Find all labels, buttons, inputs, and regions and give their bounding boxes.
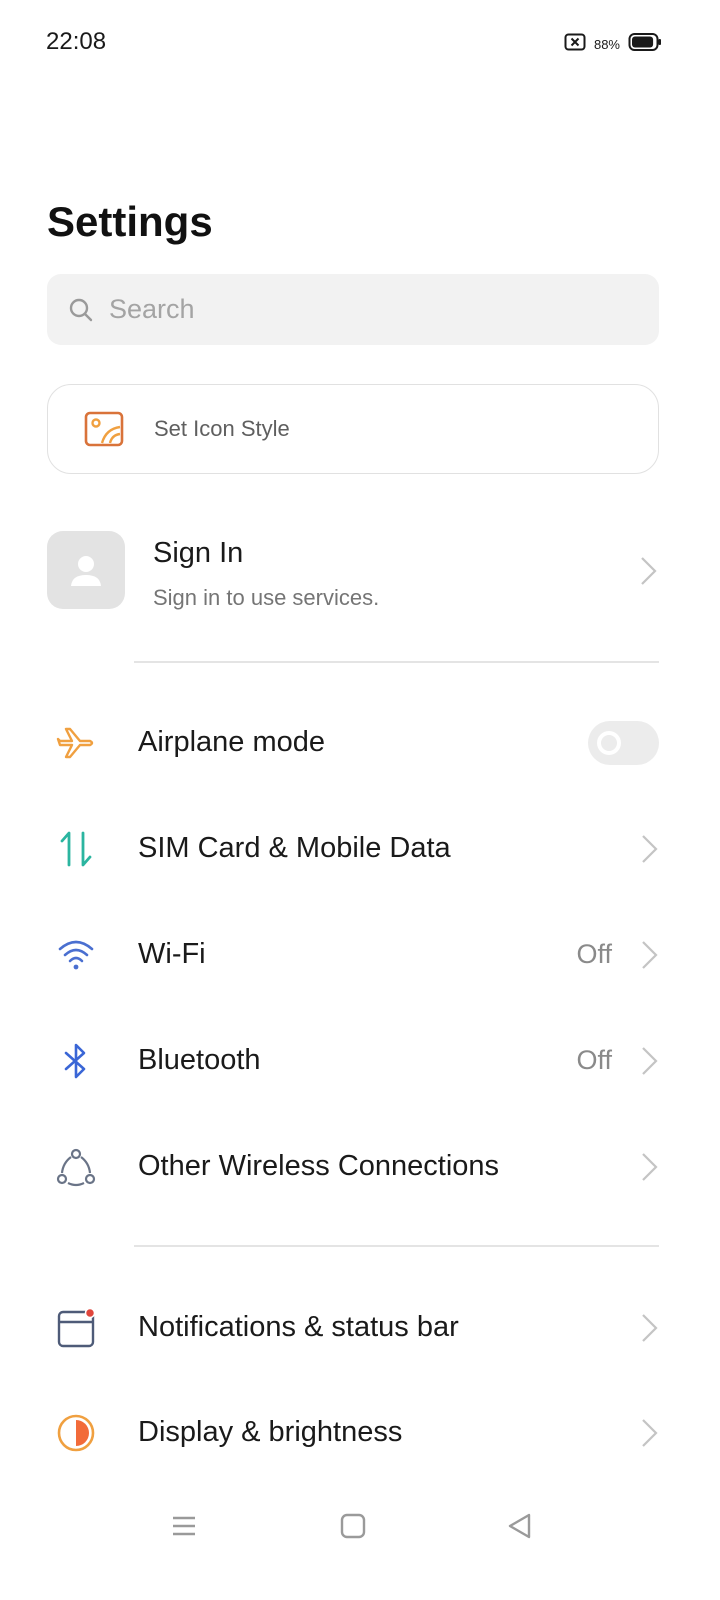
- bluetooth-label: Bluetooth: [138, 1044, 261, 1076]
- search-icon: [67, 296, 95, 324]
- display-brightness-row[interactable]: Display & brightness: [0, 1393, 720, 1473]
- status-indicators: 88%: [564, 32, 662, 57]
- toggle-knob: [597, 731, 621, 755]
- airplane-mode-row[interactable]: Airplane mode: [0, 703, 720, 783]
- status-bar: 22:08 88%: [0, 0, 720, 86]
- set-icon-style-label: Set Icon Style: [154, 416, 290, 441]
- chevron-right-icon: [642, 835, 658, 863]
- status-time: 22:08: [46, 28, 107, 55]
- wifi-icon: [54, 933, 98, 977]
- navigation-bar: [0, 1490, 720, 1560]
- notifications-icon: [54, 1306, 98, 1350]
- search-input[interactable]: Search: [47, 274, 659, 345]
- settings-screen: 22:08 88% Settings Search Set Icon Style…: [0, 0, 720, 1600]
- notifications-row[interactable]: Notifications & status bar: [0, 1288, 720, 1368]
- icon-style-icon: [82, 407, 126, 451]
- wifi-label: Wi-Fi: [138, 938, 206, 970]
- display-brightness-icon: [54, 1411, 98, 1455]
- battery-icon: [628, 32, 662, 57]
- sim-mobile-data-label: SIM Card & Mobile Data: [138, 832, 451, 864]
- sign-in-subtitle: Sign in to use services.: [153, 585, 380, 610]
- sign-in-title: Sign In: [153, 537, 244, 569]
- wifi-row[interactable]: Wi-Fi Off: [0, 915, 720, 995]
- page-title: Settings: [47, 198, 213, 245]
- screenshot-blocked-icon: [564, 33, 586, 56]
- chevron-right-icon: [642, 1419, 658, 1447]
- notifications-label: Notifications & status bar: [138, 1311, 459, 1343]
- display-brightness-label: Display & brightness: [138, 1416, 403, 1448]
- home-icon[interactable]: [335, 1508, 371, 1544]
- chevron-right-icon: [642, 1314, 658, 1342]
- airplane-mode-toggle[interactable]: [588, 721, 659, 765]
- menu-icon[interactable]: [166, 1508, 202, 1544]
- wifi-status: Off: [576, 939, 612, 969]
- battery-percent: 88%: [593, 37, 620, 52]
- airplane-icon: [54, 721, 98, 765]
- bluetooth-status: Off: [576, 1045, 612, 1075]
- wireless-connections-icon: [54, 1145, 98, 1189]
- divider: [134, 1245, 659, 1247]
- avatar: [47, 531, 125, 609]
- airplane-mode-label: Airplane mode: [138, 726, 325, 758]
- sim-mobile-data-row[interactable]: SIM Card & Mobile Data: [0, 809, 720, 889]
- other-wireless-label: Other Wireless Connections: [138, 1150, 500, 1182]
- search-placeholder: Search: [109, 294, 195, 324]
- chevron-right-icon: [642, 941, 658, 969]
- set-icon-style-card[interactable]: Set Icon Style: [47, 384, 659, 474]
- chevron-right-icon: [642, 1153, 658, 1181]
- other-wireless-row[interactable]: Other Wireless Connections: [0, 1127, 720, 1207]
- chevron-right-icon: [642, 1047, 658, 1075]
- divider: [134, 661, 659, 663]
- sign-in-row[interactable]: Sign In Sign in to use services.: [47, 531, 659, 611]
- back-icon[interactable]: [502, 1508, 538, 1544]
- chevron-right-icon: [641, 557, 657, 585]
- bluetooth-row[interactable]: Bluetooth Off: [0, 1021, 720, 1101]
- user-icon: [71, 556, 101, 586]
- mobile-data-icon: [54, 827, 98, 871]
- bluetooth-icon: [54, 1039, 98, 1083]
